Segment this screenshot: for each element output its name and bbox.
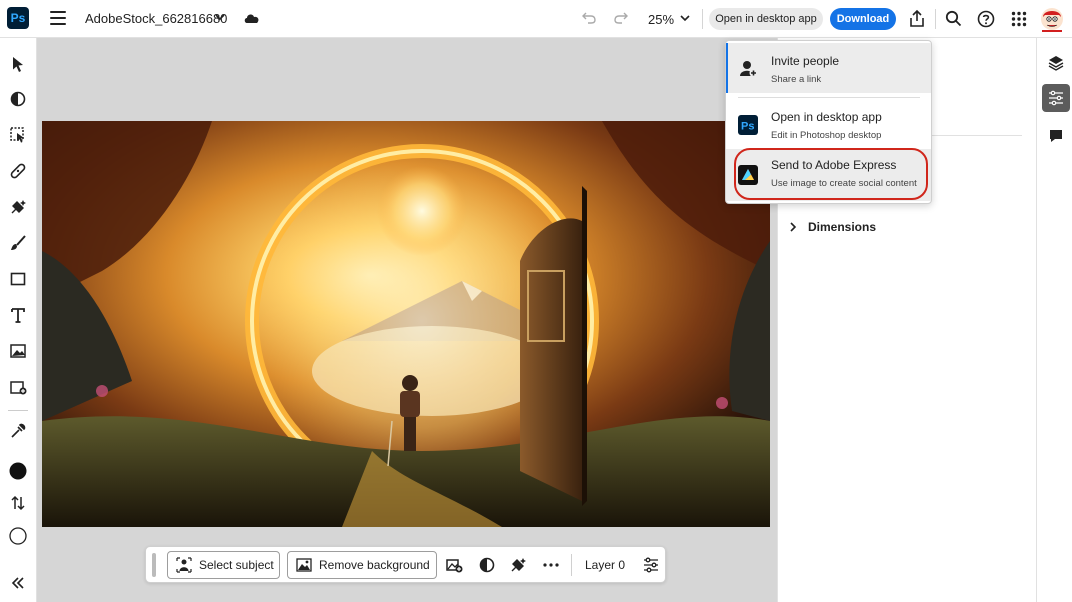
photoshop-icon: Ps [738, 115, 758, 135]
dimensions-section[interactable]: Dimensions [788, 220, 876, 234]
menu-item-invite-people[interactable]: Invite people Share a link [726, 43, 931, 93]
remove-background-icon [296, 558, 312, 572]
generative-expand-icon[interactable] [445, 556, 463, 574]
layers-panel-button[interactable] [1042, 49, 1070, 77]
cloud-icon[interactable] [243, 11, 261, 25]
adjustment-tool-icon[interactable] [8, 89, 28, 109]
apps-grid-icon[interactable] [1011, 11, 1027, 27]
top-bar: Ps AdobeStock_662816680 25% Open in desk… [0, 0, 1072, 38]
select-subject-label: Select subject [199, 558, 274, 572]
avatar[interactable] [1040, 6, 1064, 32]
drag-handle[interactable] [152, 553, 156, 577]
share-menu: Invite people Share a link Ps Open in de… [725, 40, 932, 204]
share-icon[interactable] [908, 9, 926, 28]
help-icon[interactable] [977, 10, 995, 28]
redo-icon[interactable] [613, 11, 629, 25]
collapse-toolbar-icon[interactable] [8, 573, 28, 593]
properties-panel-button[interactable] [1042, 84, 1070, 112]
select-subject-icon [176, 557, 192, 573]
divider [8, 410, 28, 411]
highlight-annotation-ring [734, 148, 928, 200]
menu-icon[interactable] [50, 11, 66, 25]
divider [738, 97, 920, 98]
more-options-icon[interactable] [542, 556, 560, 574]
remove-background-button[interactable]: Remove background [287, 551, 437, 579]
comments-panel-button[interactable] [1042, 122, 1070, 150]
contextual-task-bar: Select subject Remove background Layer 0 [145, 546, 666, 583]
menu-item-open-in-desktop[interactable]: Ps Open in desktop app Edit in Photoshop… [726, 101, 931, 147]
divider [571, 554, 572, 576]
object-select-tool-icon[interactable] [8, 125, 28, 145]
search-icon[interactable] [945, 10, 962, 27]
invite-people-icon [740, 61, 758, 77]
divider [935, 9, 936, 29]
divider [702, 9, 703, 29]
generative-fill-tool-icon[interactable] [8, 197, 28, 217]
add-image-tool-icon[interactable] [8, 377, 28, 397]
healing-brush-tool-icon[interactable] [8, 161, 28, 181]
tools-panel [0, 38, 37, 602]
canvas-image[interactable] [42, 121, 770, 527]
download-button[interactable]: Download [830, 8, 896, 30]
brush-tool-icon[interactable] [8, 233, 28, 253]
move-tool-icon[interactable] [8, 54, 28, 74]
layer-name[interactable]: Layer 0 [585, 558, 625, 572]
photoshop-logo[interactable]: Ps [7, 7, 29, 29]
foreground-color-swatch[interactable] [8, 461, 28, 481]
comment-icon [1050, 130, 1062, 142]
menu-item-subtitle: Share a link [771, 74, 822, 85]
dimensions-label: Dimensions [808, 220, 877, 234]
menu-item-subtitle: Edit in Photoshop desktop [771, 130, 882, 141]
swap-colors-icon[interactable] [8, 493, 28, 513]
open-in-desktop-button[interactable]: Open in desktop app [709, 8, 823, 30]
chevron-down-icon[interactable] [679, 12, 691, 24]
canvas-area[interactable]: Select subject Remove background Layer 0 [37, 38, 777, 602]
remove-background-label: Remove background [319, 558, 430, 572]
sliders-icon [1049, 90, 1063, 106]
zoom-level[interactable]: 25% [648, 12, 674, 27]
place-image-tool-icon[interactable] [8, 341, 28, 361]
menu-item-title: Invite people [771, 54, 840, 68]
layers-icon [1048, 56, 1064, 71]
text-tool-icon[interactable] [8, 305, 28, 325]
chevron-right-icon [790, 222, 797, 232]
background-color-swatch[interactable] [8, 526, 28, 546]
chevron-down-icon[interactable] [214, 11, 226, 23]
menu-item-title: Open in desktop app [771, 110, 882, 124]
adjustment-icon[interactable] [478, 556, 496, 574]
document-title[interactable]: AdobeStock_662816680 [85, 11, 227, 26]
undo-icon[interactable] [581, 11, 597, 25]
shape-tool-icon[interactable] [8, 269, 28, 289]
focus-indicator [726, 43, 728, 93]
select-subject-button[interactable]: Select subject [167, 551, 280, 579]
layer-properties-icon[interactable] [642, 556, 660, 574]
quick-actions-icon[interactable] [509, 556, 527, 574]
svg-text:Ps: Ps [741, 121, 754, 133]
panel-rail [1036, 38, 1072, 602]
eyedropper-tool-icon[interactable] [8, 421, 28, 441]
